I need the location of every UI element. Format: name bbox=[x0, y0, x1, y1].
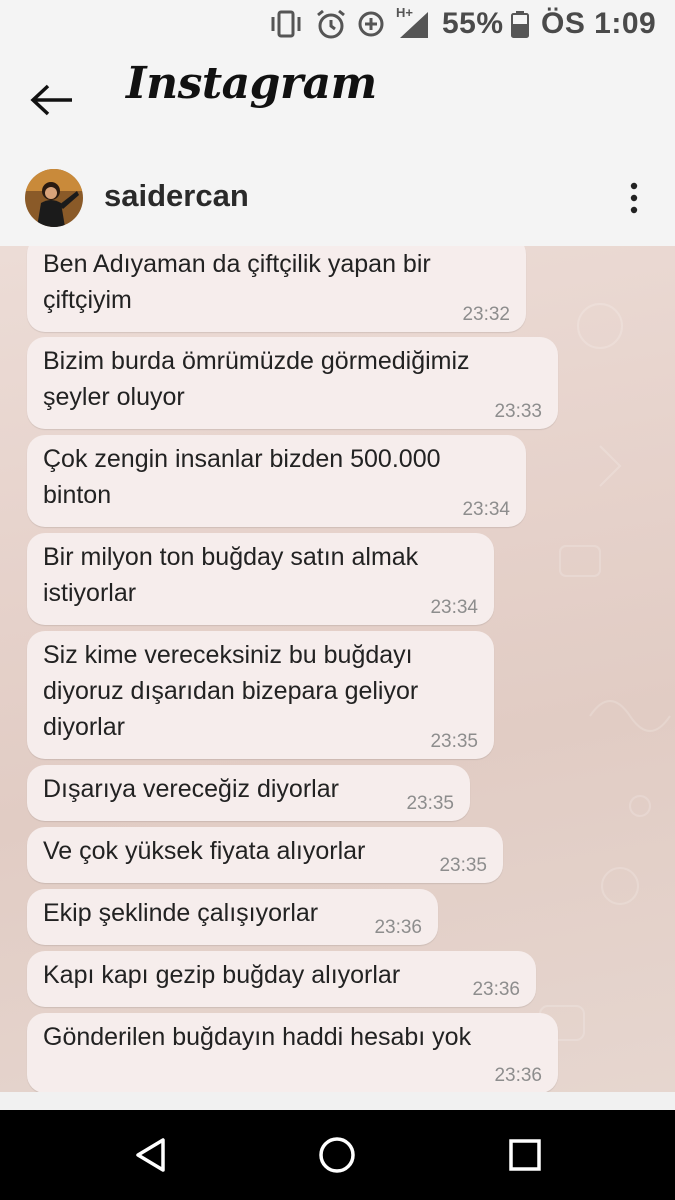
username[interactable]: saidercan bbox=[104, 178, 249, 214]
thread-header: saidercan bbox=[0, 158, 675, 246]
status-bar: H+ 55% ÖS 1:09 bbox=[0, 0, 675, 48]
screenshot-divider bbox=[0, 1092, 675, 1110]
message-time: 23:34 bbox=[430, 597, 478, 618]
data-saver-icon bbox=[356, 0, 386, 48]
nav-home-button[interactable] bbox=[312, 1132, 362, 1178]
alarm-icon bbox=[314, 0, 348, 48]
message-text: Bizim burda ömrümüzde görmediğimiz şeyle… bbox=[43, 347, 470, 411]
message-time: 23:36 bbox=[472, 979, 520, 1000]
message-bubble[interactable]: Çok zengin insanlar bizden 500.000 binto… bbox=[27, 435, 526, 527]
avatar[interactable] bbox=[25, 169, 83, 227]
navigation-bar bbox=[0, 1110, 675, 1200]
message-text: Ve çok yüksek fiyata alıyorlar bbox=[43, 837, 366, 865]
message-bubble[interactable]: Ekip şeklinde çalışıyorlar 23:36 bbox=[27, 889, 438, 945]
message-text: Gönderilen buğdayın haddi hesabı yok bbox=[43, 1023, 472, 1051]
more-vertical-icon bbox=[630, 182, 638, 214]
signal-icon: H+ bbox=[394, 0, 434, 48]
nav-recents-button[interactable] bbox=[500, 1132, 550, 1178]
message-time: 23:35 bbox=[430, 731, 478, 752]
message-time: 23:36 bbox=[494, 1065, 542, 1086]
clock: ÖS 1:09 bbox=[541, 7, 657, 40]
message-time: 23:34 bbox=[462, 499, 510, 520]
back-triangle-icon bbox=[136, 1138, 165, 1172]
back-arrow-icon bbox=[30, 84, 72, 116]
message-text: Ben Adıyaman da çiftçilik yapan bir çift… bbox=[43, 250, 431, 314]
back-button[interactable] bbox=[22, 73, 82, 127]
message-text: Ekip şeklinde çalışıyorlar bbox=[43, 899, 319, 927]
battery-percent: 55% bbox=[442, 7, 504, 40]
message-time: 23:35 bbox=[406, 793, 454, 814]
battery-icon bbox=[509, 0, 531, 48]
message-text: Kapı kapı gezip buğday alıyorlar bbox=[43, 961, 401, 989]
message-bubble[interactable]: Dışarıya vereceğiz diyorlar 23:35 bbox=[27, 765, 470, 821]
message-time: 23:36 bbox=[374, 917, 422, 938]
message-text: Bir milyon ton buğday satın almak istiyo… bbox=[43, 543, 419, 607]
app-title: Instagram bbox=[126, 58, 377, 109]
network-type-label: H+ bbox=[396, 5, 413, 20]
message-bubble[interactable]: Ben Adıyaman da çiftçilik yapan bir çift… bbox=[27, 246, 526, 332]
message-time: 23:32 bbox=[462, 304, 510, 325]
message-bubble[interactable]: Ve çok yüksek fiyata alıyorlar 23:35 bbox=[27, 827, 503, 883]
message-bubble[interactable]: Bir milyon ton buğday satın almak istiyo… bbox=[27, 533, 494, 625]
message-text: Siz kime vereceksiniz bu buğdayı diyoruz… bbox=[43, 641, 419, 741]
message-bubble[interactable]: Bizim burda ömrümüzde görmediğimiz şeyle… bbox=[27, 337, 558, 429]
message-text: Dışarıya vereceğiz diyorlar bbox=[43, 775, 339, 803]
home-circle-icon bbox=[319, 1137, 355, 1173]
recents-square-icon bbox=[509, 1139, 541, 1171]
message-bubble[interactable]: Siz kime vereceksiniz bu buğdayı diyoruz… bbox=[27, 631, 494, 759]
message-text: Çok zengin insanlar bizden 500.000 binto… bbox=[43, 445, 441, 509]
app-header: Instagram bbox=[0, 48, 675, 158]
message-time: 23:33 bbox=[494, 401, 542, 422]
message-time: 23:35 bbox=[439, 855, 487, 876]
more-options-button[interactable] bbox=[612, 176, 656, 220]
message-bubble[interactable]: Kapı kapı gezip buğday alıyorlar 23:36 bbox=[27, 951, 536, 1007]
message-bubble[interactable]: Gönderilen buğdayın haddi hesabı yok 23:… bbox=[27, 1013, 558, 1092]
chat-area[interactable]: Ben Adıyaman da çiftçilik yapan bir çift… bbox=[0, 246, 675, 1092]
nav-back-button[interactable] bbox=[125, 1132, 175, 1178]
vibrate-icon bbox=[268, 0, 304, 48]
